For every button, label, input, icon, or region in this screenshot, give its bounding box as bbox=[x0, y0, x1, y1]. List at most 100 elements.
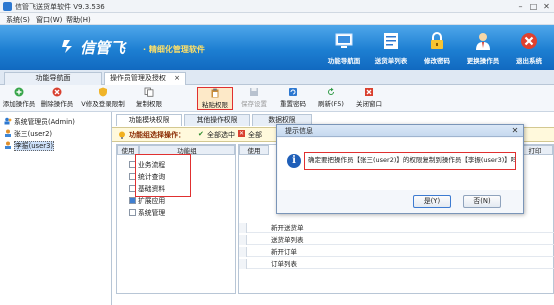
delete-operator-button[interactable]: 删除操作员 bbox=[40, 87, 74, 110]
row-label: 送货单列表 bbox=[271, 236, 304, 244]
close-window-tool-button[interactable]: 关闭窗口 bbox=[352, 87, 386, 110]
nav-label: 修改密码 bbox=[424, 57, 450, 65]
tab-label: 功能导航面 bbox=[35, 74, 71, 82]
table-row[interactable]: 新开订单 bbox=[239, 247, 554, 257]
lock-icon bbox=[431, 32, 443, 49]
confirm-dialog: 提示信息 ✕ i 确定要把操作员【张三(user2)】的权限复制到操作员【李振(… bbox=[276, 124, 524, 214]
reset-password-button[interactable]: 重置密码 bbox=[276, 87, 310, 110]
tab-label: 功能模块权限 bbox=[128, 116, 170, 124]
dialog-title: 提示信息 ✕ bbox=[277, 125, 523, 137]
refresh-button[interactable]: 刷新(F5) bbox=[314, 87, 348, 110]
table-row[interactable]: 送货单列表 bbox=[239, 235, 554, 245]
toolbar-label: 刷新(F5) bbox=[318, 100, 344, 108]
toolbar-label: 粘贴权限 bbox=[202, 101, 228, 109]
operator-label: 张三(user2) bbox=[14, 130, 53, 138]
tab-close-icon[interactable]: × bbox=[174, 74, 180, 82]
logo-slogan: · 精细化管理软件 bbox=[143, 45, 205, 54]
row-label: 新开送货单 bbox=[271, 224, 304, 232]
table-row[interactable]: 新开送货单 bbox=[239, 223, 554, 233]
close-icon bbox=[365, 88, 373, 96]
close-window-button[interactable]: ✕ bbox=[542, 2, 551, 11]
dialog-message: 确定要把操作员【张三(user2)】的权限复制到操作员【李振(user3)】吗? bbox=[304, 152, 516, 170]
tab-function-panel[interactable]: 功能导航面 bbox=[4, 72, 102, 85]
operator-user3[interactable]: 李振(user3) bbox=[4, 140, 55, 151]
add-icon bbox=[14, 87, 24, 97]
toolbar-label: 删除操作员 bbox=[40, 100, 74, 108]
row-label: 订单列表 bbox=[271, 260, 297, 268]
user-icon bbox=[5, 129, 11, 137]
tab-label: 数据权限 bbox=[268, 116, 296, 124]
minimize-button[interactable]: – bbox=[516, 2, 525, 11]
checkbox[interactable] bbox=[129, 209, 136, 216]
operator-tree: 系统管理员(Admin) 张三(user2) 李振(user3) bbox=[0, 112, 112, 305]
toolbar-label: 添加操作员 bbox=[2, 100, 36, 108]
menu-bar: 系统(S) 窗口(W) 帮助(H) bbox=[0, 13, 554, 25]
col-use: 使用 bbox=[239, 145, 269, 155]
dialog-title-text: 提示信息 bbox=[285, 127, 313, 135]
user-icon bbox=[5, 141, 11, 149]
paste-permission-button[interactable]: 粘贴权限 bbox=[197, 87, 233, 110]
func-item-system[interactable]: 系统管理 bbox=[129, 207, 165, 217]
tab-other-permission[interactable]: 其他操作权限 bbox=[184, 114, 250, 126]
menu-window[interactable]: 窗口(W) bbox=[36, 15, 62, 25]
select-all-2-button[interactable]: 全部 bbox=[248, 130, 262, 140]
refresh-icon bbox=[328, 87, 334, 95]
maximize-button[interactable]: □ bbox=[529, 2, 538, 11]
window-title: 信管飞送货单软件 V9.3.536 bbox=[15, 3, 105, 11]
check-icon: ✔ bbox=[198, 130, 204, 138]
toolbar-label: 关闭窗口 bbox=[356, 100, 382, 108]
list-icon bbox=[384, 33, 398, 49]
nav-label: 功能导航面 bbox=[327, 57, 361, 65]
nav-label: 送货单列表 bbox=[374, 57, 408, 65]
nav-exit-system[interactable]: 退出系统 bbox=[506, 29, 552, 69]
tab-operator-management[interactable]: 操作员管理及授权 × bbox=[104, 72, 186, 86]
nav-change-password[interactable]: 修改密码 bbox=[414, 29, 460, 69]
uncheck-icon: ✕ bbox=[238, 130, 245, 137]
save-settings-button[interactable]: 保存设置 bbox=[237, 87, 271, 110]
nav-label: 退出系统 bbox=[516, 57, 542, 65]
row-marker bbox=[239, 223, 247, 233]
bulb-icon bbox=[119, 131, 125, 139]
dialog-body: i 确定要把操作员【张三(user2)】的权限复制到操作员【李振(user3)】… bbox=[278, 138, 522, 190]
checkbox[interactable] bbox=[129, 197, 136, 204]
copy-permission-button[interactable]: 复制权限 bbox=[132, 87, 166, 110]
info-icon: i bbox=[287, 154, 301, 168]
op-bar-title: 功能组选择操作： bbox=[129, 131, 185, 139]
logo-text: 信管飞 bbox=[80, 39, 126, 57]
toolbar: 添加操作员 删除操作员 V修及登录限制 复制权限 粘贴权限 保存设置 重置密码 … bbox=[0, 85, 554, 112]
no-button[interactable]: 否(N) bbox=[463, 195, 501, 208]
toolbar-label: 保存设置 bbox=[241, 100, 267, 108]
operator-user2[interactable]: 张三(user2) bbox=[4, 128, 52, 138]
highlight-box bbox=[135, 154, 191, 197]
shield-icon bbox=[99, 87, 107, 97]
tab-module-permission[interactable]: 功能模块权限 bbox=[116, 114, 182, 126]
operator-admin[interactable]: 系统管理员(Admin) bbox=[4, 116, 75, 126]
paste-icon bbox=[211, 88, 219, 98]
menu-system[interactable]: 系统(S) bbox=[6, 15, 30, 25]
delete-icon bbox=[52, 87, 62, 97]
main-tab-strip: 功能导航面 操作员管理及授权 × bbox=[0, 70, 554, 86]
func-label: 扩展应用 bbox=[138, 197, 166, 205]
row-marker bbox=[239, 247, 247, 257]
nav-delivery-list[interactable]: 送货单列表 bbox=[368, 29, 414, 69]
toolbar-label: 重置密码 bbox=[280, 100, 306, 108]
save-icon bbox=[250, 88, 258, 96]
nav-switch-operator[interactable]: 更换操作员 bbox=[460, 29, 506, 69]
toolbar-label: V修及登录限制 bbox=[81, 100, 125, 108]
logo-icon bbox=[62, 40, 72, 53]
toolbar-label: 复制权限 bbox=[136, 100, 162, 108]
exit-icon bbox=[521, 33, 537, 49]
login-restriction-button[interactable]: V修及登录限制 bbox=[78, 87, 128, 110]
select-all-button[interactable]: 全部选中 bbox=[207, 130, 235, 140]
add-operator-button[interactable]: 添加操作员 bbox=[2, 87, 36, 110]
yes-button[interactable]: 是(Y) bbox=[413, 195, 451, 208]
row-marker bbox=[239, 235, 247, 245]
tab-label: 操作员管理及授权 bbox=[109, 74, 166, 82]
func-label: 系统管理 bbox=[138, 209, 166, 217]
table-row[interactable]: 订单列表 bbox=[239, 259, 554, 269]
nav-function-panel[interactable]: 功能导航面 bbox=[321, 29, 367, 69]
dialog-close-icon[interactable]: ✕ bbox=[510, 126, 520, 136]
menu-help[interactable]: 帮助(H) bbox=[66, 15, 91, 25]
tab-label: 其他操作权限 bbox=[196, 116, 238, 124]
operator-label: 李振(user3) bbox=[14, 141, 55, 151]
